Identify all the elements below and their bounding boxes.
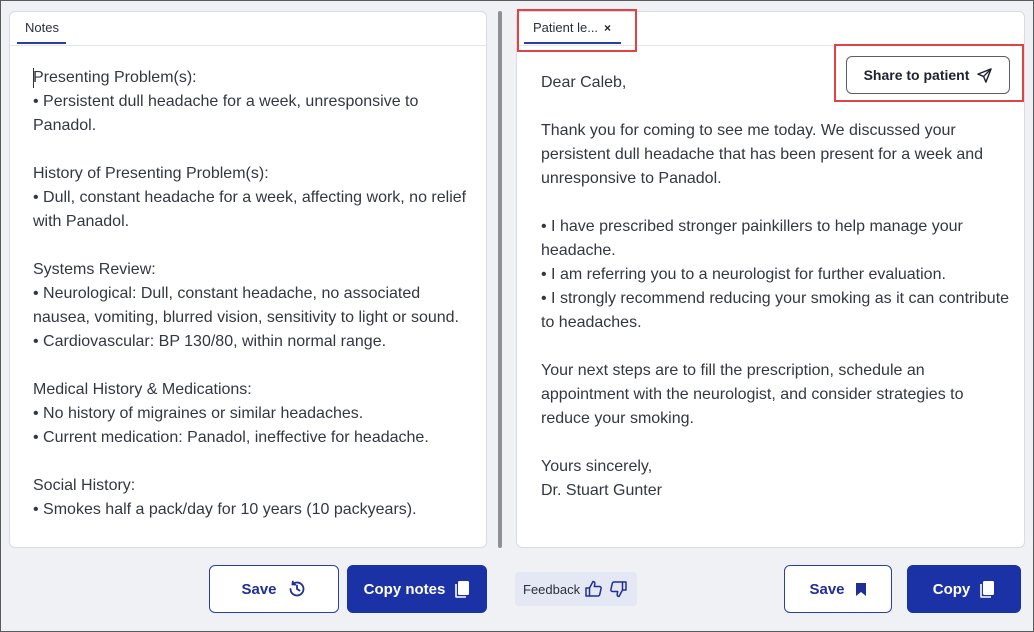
panel-resize-handle[interactable] [498, 11, 502, 548]
tab-notes[interactable]: Notes [17, 20, 66, 44]
feedback-label: Feedback [523, 581, 581, 597]
history-icon [287, 579, 307, 599]
thumbs-down-icon[interactable] [608, 579, 628, 599]
tab-patient-letter-label: Patient le... [533, 20, 599, 35]
save-letter-button[interactable]: Save [784, 565, 892, 613]
notes-tabbar: Notes [10, 12, 486, 46]
tab-patient-letter[interactable]: Patient le... × [524, 20, 621, 44]
save-notes-label: Save [241, 580, 277, 598]
copy-notes-button[interactable]: Copy notes [347, 565, 487, 613]
copy-notes-label: Copy notes [363, 580, 446, 598]
tab-notes-label: Notes [25, 20, 59, 35]
patient-letter-text[interactable]: Dear Caleb, Thank you for coming to see … [541, 71, 1011, 503]
save-notes-button[interactable]: Save [209, 565, 339, 613]
copy-icon [980, 580, 995, 598]
share-to-patient-label: Share to patient [863, 67, 970, 83]
save-letter-label: Save [809, 580, 845, 598]
thumbs-up-icon[interactable] [584, 579, 604, 599]
share-to-patient-button[interactable]: Share to patient [846, 56, 1010, 94]
copy-letter-button[interactable]: Copy [907, 565, 1021, 613]
copy-letter-label: Copy [932, 580, 971, 598]
close-icon[interactable]: × [604, 21, 611, 35]
bookmark-icon [855, 582, 867, 597]
send-icon [977, 67, 993, 83]
copy-icon [455, 580, 470, 598]
notes-panel: Notes Presenting Problem(s): • Persisten… [9, 11, 487, 548]
letter-tabbar: Patient le... × [517, 12, 1024, 46]
notes-text-editor[interactable]: Presenting Problem(s): • Persistent dull… [33, 66, 473, 522]
feedback-widget: Feedback [515, 572, 637, 606]
